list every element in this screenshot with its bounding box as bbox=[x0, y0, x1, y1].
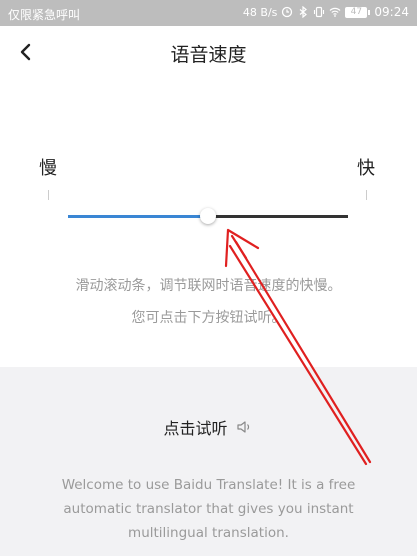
page-title: 语音速度 bbox=[170, 44, 247, 66]
wifi-icon bbox=[329, 7, 341, 17]
slider-tick-right bbox=[366, 190, 367, 200]
fast-label: 快 bbox=[357, 158, 375, 179]
app-header: 语音速度 bbox=[0, 26, 417, 78]
slider-tick-left bbox=[48, 190, 49, 200]
preview-section: 点击试听 Welcome to use Baidu Translate! It … bbox=[0, 367, 417, 556]
battery-icon: 47 bbox=[345, 6, 371, 18]
speed-slider-fill bbox=[68, 215, 208, 218]
speed-slider-thumb[interactable] bbox=[200, 208, 216, 224]
sample-text: Welcome to use Baidu Translate! It is a … bbox=[61, 477, 356, 541]
speaker-icon bbox=[236, 421, 249, 433]
vibrate-icon bbox=[314, 6, 325, 18]
net-speed: 48 B/s bbox=[242, 5, 278, 19]
status-time: 09:24 bbox=[374, 5, 409, 19]
status-icons: 48 B/s 47 09:24 bbox=[243, 5, 409, 19]
bluetooth-icon bbox=[300, 6, 308, 18]
clock-icon bbox=[282, 6, 293, 18]
carrier-text: 仅限紧急呼叫 bbox=[8, 8, 81, 22]
slow-label: 慢 bbox=[39, 158, 57, 179]
hint-text-line1: 滑动滚动条，调节联网时语音速度的快慢。 bbox=[75, 278, 342, 294]
hint-text-line2: 您可点击下方按钮试听。 bbox=[131, 310, 286, 326]
status-bar: 仅限紧急呼叫 48 B/s 47 09:24 bbox=[0, 0, 417, 26]
arrow-head bbox=[224, 228, 260, 268]
listen-button-label: 点击试听 bbox=[163, 419, 228, 438]
listen-button[interactable]: 点击试听 bbox=[0, 415, 417, 439]
